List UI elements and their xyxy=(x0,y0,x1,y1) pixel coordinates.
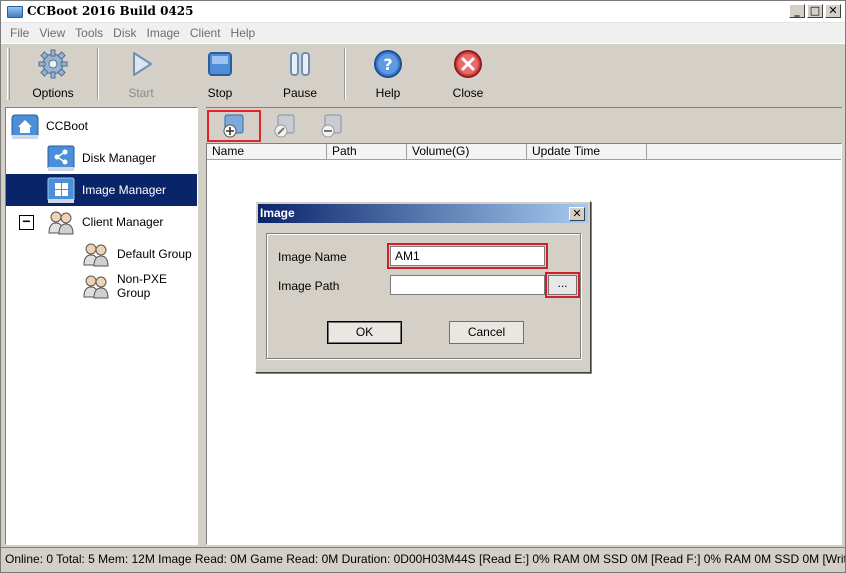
start-play-icon xyxy=(133,52,152,76)
navigation-tree: CCBoot Disk Manager Image Manager − Clie… xyxy=(5,107,198,545)
tree-item-image-manager[interactable]: Image Manager xyxy=(6,174,197,206)
edit-image-button[interactable] xyxy=(258,110,312,142)
options-button[interactable]: Options xyxy=(18,48,88,102)
collapse-toggle[interactable]: − xyxy=(19,214,34,230)
browse-button[interactable]: ... xyxy=(548,275,577,295)
close-button[interactable]: Close xyxy=(433,48,503,102)
stop-button[interactable]: Stop xyxy=(185,48,255,102)
options-label: Options xyxy=(32,86,74,100)
tree-item-disk-manager[interactable]: Disk Manager xyxy=(46,142,195,174)
windows-disk-icon xyxy=(47,177,75,203)
tree-item-default-group[interactable]: Default Group xyxy=(81,238,195,270)
tree-label-non-pxe-group: Non-PXE Group xyxy=(117,272,168,300)
start-label: Start xyxy=(128,86,154,100)
delete-image-icon xyxy=(321,114,342,138)
edit-image-icon xyxy=(274,114,295,138)
tree-label-client-manager: Client Manager xyxy=(82,215,164,229)
delete-image-button[interactable] xyxy=(305,110,359,142)
image-path-label: Image Path xyxy=(278,279,340,293)
image-toolbar xyxy=(206,107,842,143)
menu-image[interactable]: Image xyxy=(142,26,185,40)
title-bar: CCBoot 2016 Build 0425 _ □ ✕ xyxy=(1,1,845,23)
window-title: CCBoot 2016 Build 0425 xyxy=(27,4,194,18)
close-window-button[interactable]: ✕ xyxy=(825,4,841,18)
tree-item-ccboot[interactable]: CCBoot xyxy=(10,110,195,142)
disk-share-icon xyxy=(47,145,75,171)
ok-button[interactable]: OK xyxy=(327,321,402,344)
dialog-title: Image xyxy=(260,206,295,220)
status-bar: Online: 0 Total: 5 Mem: 12M Image Read: … xyxy=(1,547,845,572)
help-button[interactable]: ? Help xyxy=(353,48,423,102)
menu-bar: File View Tools Disk Image Client Help xyxy=(1,23,845,43)
menu-file[interactable]: File xyxy=(5,26,34,40)
cancel-button[interactable]: Cancel xyxy=(449,321,524,344)
menu-disk[interactable]: Disk xyxy=(108,26,141,40)
main-toolbar: Options Start Stop Pause ? Help Close xyxy=(1,43,845,103)
help-icon: ? xyxy=(374,50,402,78)
pause-icon xyxy=(290,52,310,76)
pause-label: Pause xyxy=(282,86,318,100)
tree-label-disk-manager: Disk Manager xyxy=(82,151,157,165)
column-filler xyxy=(647,144,841,160)
start-button[interactable]: Start xyxy=(106,48,176,102)
tree-item-client-manager[interactable]: Client Manager xyxy=(46,206,195,238)
add-image-icon xyxy=(223,114,244,138)
home-disk-icon xyxy=(11,114,39,139)
close-icon xyxy=(454,50,482,78)
stop-label: Stop xyxy=(207,86,233,100)
column-update-time[interactable]: Update Time xyxy=(527,144,647,160)
image-name-label: Image Name xyxy=(278,250,347,264)
toolbar-grip xyxy=(7,48,10,100)
toolbar-separator xyxy=(97,48,99,100)
dialog-close-button[interactable]: ✕ xyxy=(569,207,585,221)
column-name[interactable]: Name xyxy=(207,144,327,160)
column-volume[interactable]: Volume(G) xyxy=(407,144,527,160)
options-gear-icon xyxy=(38,49,68,79)
toolbar-separator xyxy=(344,48,346,100)
list-header: Name Path Volume(G) Update Time xyxy=(207,144,841,160)
tree-label-image-manager: Image Manager xyxy=(82,183,167,197)
image-path-input[interactable] xyxy=(390,275,545,295)
minimize-button[interactable]: _ xyxy=(789,4,805,18)
tree-label-ccboot: CCBoot xyxy=(46,119,89,133)
add-image-button[interactable] xyxy=(207,110,261,142)
users-icon xyxy=(48,211,74,235)
dialog-title-bar: Image ✕ xyxy=(258,204,588,223)
maximize-button[interactable]: □ xyxy=(807,4,823,18)
image-name-input[interactable]: AM1 xyxy=(390,246,545,266)
menu-client[interactable]: Client xyxy=(185,26,226,40)
close-label: Close xyxy=(452,86,484,100)
menu-view[interactable]: View xyxy=(34,26,70,40)
stop-icon xyxy=(208,52,232,76)
menu-tools[interactable]: Tools xyxy=(70,26,108,40)
app-icon xyxy=(7,6,23,18)
users-icon xyxy=(83,243,109,267)
menu-help[interactable]: Help xyxy=(226,26,261,40)
svg-text:?: ? xyxy=(383,55,392,74)
tree-item-non-pxe-group[interactable]: Non-PXE Group xyxy=(81,270,195,302)
help-label: Help xyxy=(375,86,401,100)
column-path[interactable]: Path xyxy=(327,144,407,160)
pause-button[interactable]: Pause xyxy=(265,48,335,102)
tree-label-default-group: Default Group xyxy=(117,247,192,261)
users-icon xyxy=(83,275,109,299)
window-controls: _ □ ✕ xyxy=(789,4,841,18)
image-dialog: Image ✕ Image Name AM1 Image Path ... OK… xyxy=(255,201,591,373)
